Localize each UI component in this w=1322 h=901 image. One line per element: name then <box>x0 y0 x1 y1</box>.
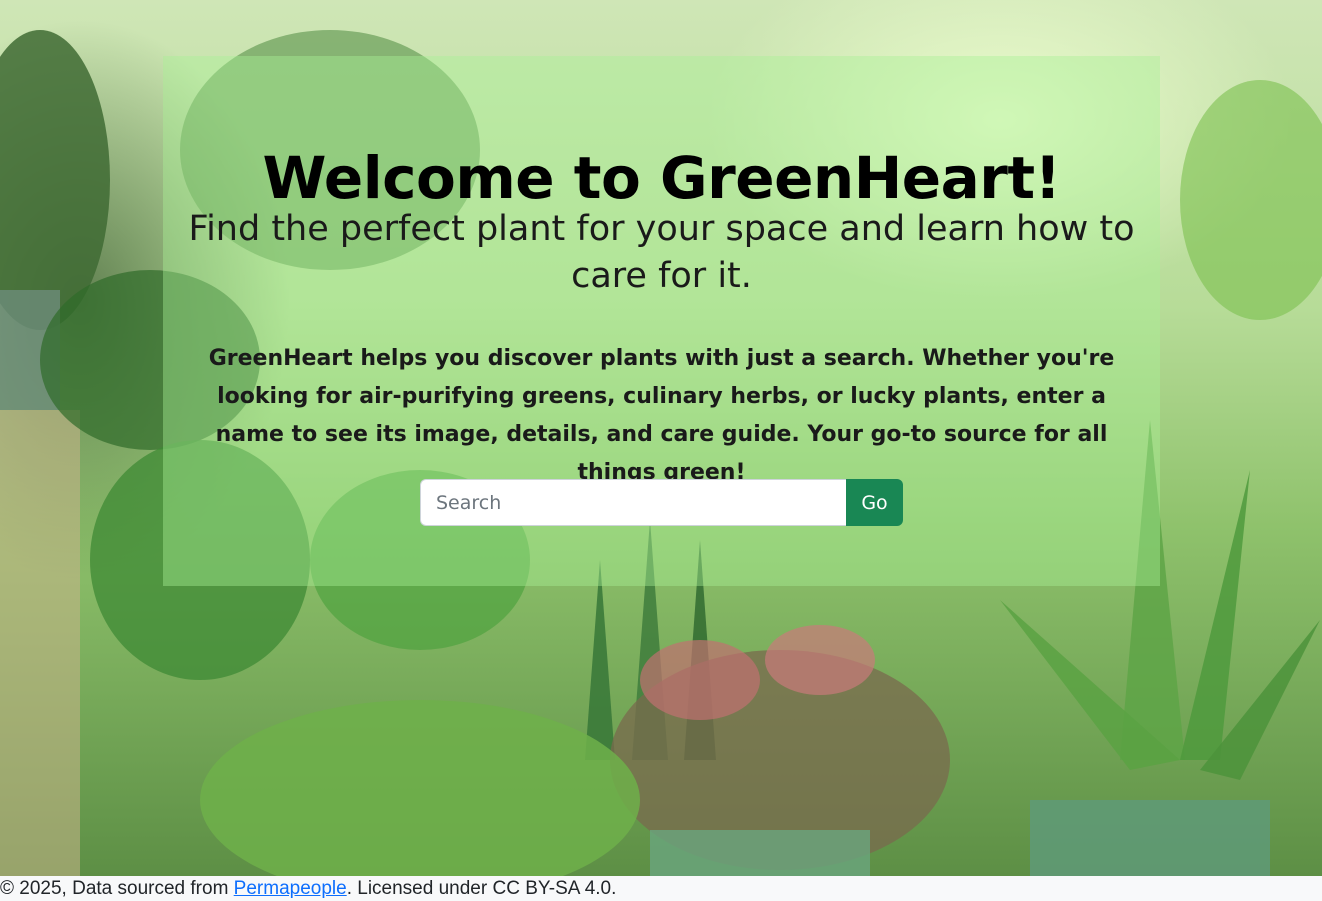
go-button[interactable]: Go <box>846 479 903 526</box>
page-subtitle: Find the perfect plant for your space an… <box>188 209 1135 296</box>
hero-panel: Welcome to GreenHeart! Find the perfect … <box>163 56 1160 586</box>
footer-license: . Licensed under CC BY-SA 4.0. <box>346 878 617 899</box>
footer-copyright: © 2025, Data sourced from <box>0 878 234 899</box>
footer: © 2025, Data sourced from Permapeople. L… <box>0 876 1322 901</box>
page-title: Welcome to GreenHeart! <box>262 144 1061 212</box>
permapeople-link[interactable]: Permapeople <box>234 878 347 899</box>
intro-description: GreenHeart helps you discover plants wit… <box>208 346 1115 485</box>
search-form: Go <box>420 479 903 526</box>
search-input[interactable] <box>420 479 846 526</box>
